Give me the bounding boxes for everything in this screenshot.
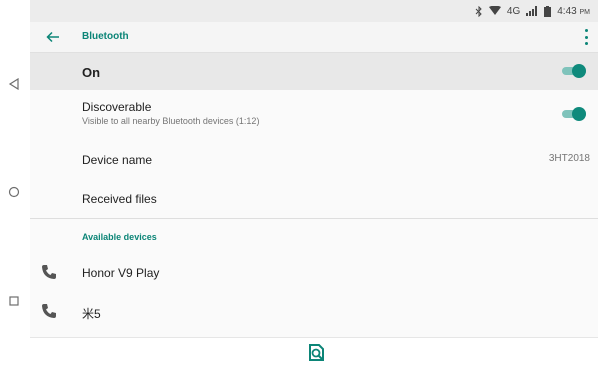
- available-devices-header: Available devices: [82, 232, 157, 242]
- nav-back-button[interactable]: [4, 74, 24, 94]
- bluetooth-settings-screen: 4G 4:43 PM Bluetooth On Discoverable Vis…: [30, 0, 598, 365]
- back-button[interactable]: [42, 27, 64, 47]
- scan-search-icon[interactable]: [306, 342, 328, 364]
- signal-icon: [526, 6, 538, 16]
- battery-icon: [544, 5, 552, 17]
- discoverable-toggle-switch[interactable]: [562, 107, 586, 121]
- nav-recents-square-icon: [9, 296, 19, 306]
- phone-icon: [42, 304, 56, 318]
- discoverable-subtitle: Visible to all nearby Bluetooth devices …: [82, 116, 260, 126]
- nav-home-button[interactable]: [4, 182, 24, 202]
- nav-back-triangle-icon: [8, 78, 19, 90]
- bluetooth-toggle-label: On: [82, 65, 101, 80]
- more-vert-icon[interactable]: [583, 29, 589, 45]
- received-files-row[interactable]: Received files: [30, 180, 598, 218]
- bottom-action-bar: [30, 337, 598, 365]
- device-name-row[interactable]: Device name 3HT2018: [30, 140, 598, 178]
- navigation-bar: [0, 0, 30, 365]
- app-bar: Bluetooth: [30, 22, 598, 53]
- section-divider: [30, 218, 598, 219]
- nav-recents-button[interactable]: [4, 291, 24, 311]
- network-type: 4G: [506, 5, 521, 17]
- list-item-device[interactable]: Honor V9 Play: [30, 254, 598, 292]
- page-title: Bluetooth: [82, 31, 129, 42]
- device-name-label: Device name: [82, 153, 153, 167]
- device-name-value: 3HT2018: [548, 153, 590, 164]
- status-bar: 4G 4:43 PM: [30, 0, 598, 22]
- bluetooth-toggle-row[interactable]: On: [30, 53, 598, 90]
- back-arrow-icon: [46, 31, 59, 43]
- discoverable-title: Discoverable: [82, 100, 152, 114]
- list-item-device[interactable]: 米5: [30, 293, 598, 331]
- nav-home-circle-icon: [8, 186, 20, 198]
- device-name: Honor V9 Play: [82, 266, 160, 280]
- clock: 4:43 PM: [557, 5, 590, 17]
- device-name: 米5: [82, 307, 101, 321]
- wifi-icon: [488, 6, 501, 15]
- bluetooth-icon: [475, 5, 482, 17]
- discoverable-row[interactable]: Discoverable Visible to all nearby Bluet…: [30, 90, 598, 138]
- received-files-label: Received files: [82, 192, 157, 206]
- bluetooth-toggle-switch[interactable]: [562, 64, 586, 78]
- phone-icon: [42, 265, 56, 279]
